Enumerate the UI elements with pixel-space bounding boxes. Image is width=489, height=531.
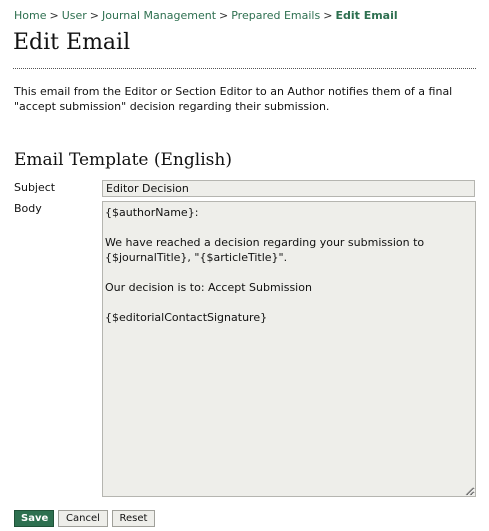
subject-input[interactable]: [102, 180, 475, 197]
subject-label: Subject: [14, 181, 56, 194]
reset-button[interactable]: Reset: [112, 510, 155, 527]
body-textarea[interactable]: [102, 201, 476, 497]
breadcrumb-link-prepared-emails[interactable]: Prepared Emails: [231, 9, 320, 22]
breadcrumb-current-edit-email[interactable]: Edit Email: [335, 9, 397, 22]
breadcrumb: Home > User > Journal Management > Prepared Em…: [14, 9, 398, 22]
breadcrumb-link-journal-management[interactable]: Journal Management: [102, 9, 216, 22]
save-button[interactable]: Save: [14, 510, 54, 527]
breadcrumb-link-user[interactable]: User: [62, 9, 87, 22]
page-title: Edit Email: [13, 30, 131, 55]
page-description: This email from the Editor or Section Ed…: [14, 85, 453, 113]
breadcrumb-separator: >: [219, 9, 229, 22]
cancel-button[interactable]: Cancel: [58, 510, 108, 527]
breadcrumb-separator: >: [49, 9, 59, 22]
breadcrumb-separator: >: [89, 9, 99, 22]
title-divider: [13, 68, 476, 69]
body-label: Body: [14, 202, 42, 215]
email-template-heading: Email Template (English): [14, 150, 232, 170]
breadcrumb-link-home[interactable]: Home: [14, 9, 46, 22]
breadcrumb-separator: >: [323, 9, 333, 22]
